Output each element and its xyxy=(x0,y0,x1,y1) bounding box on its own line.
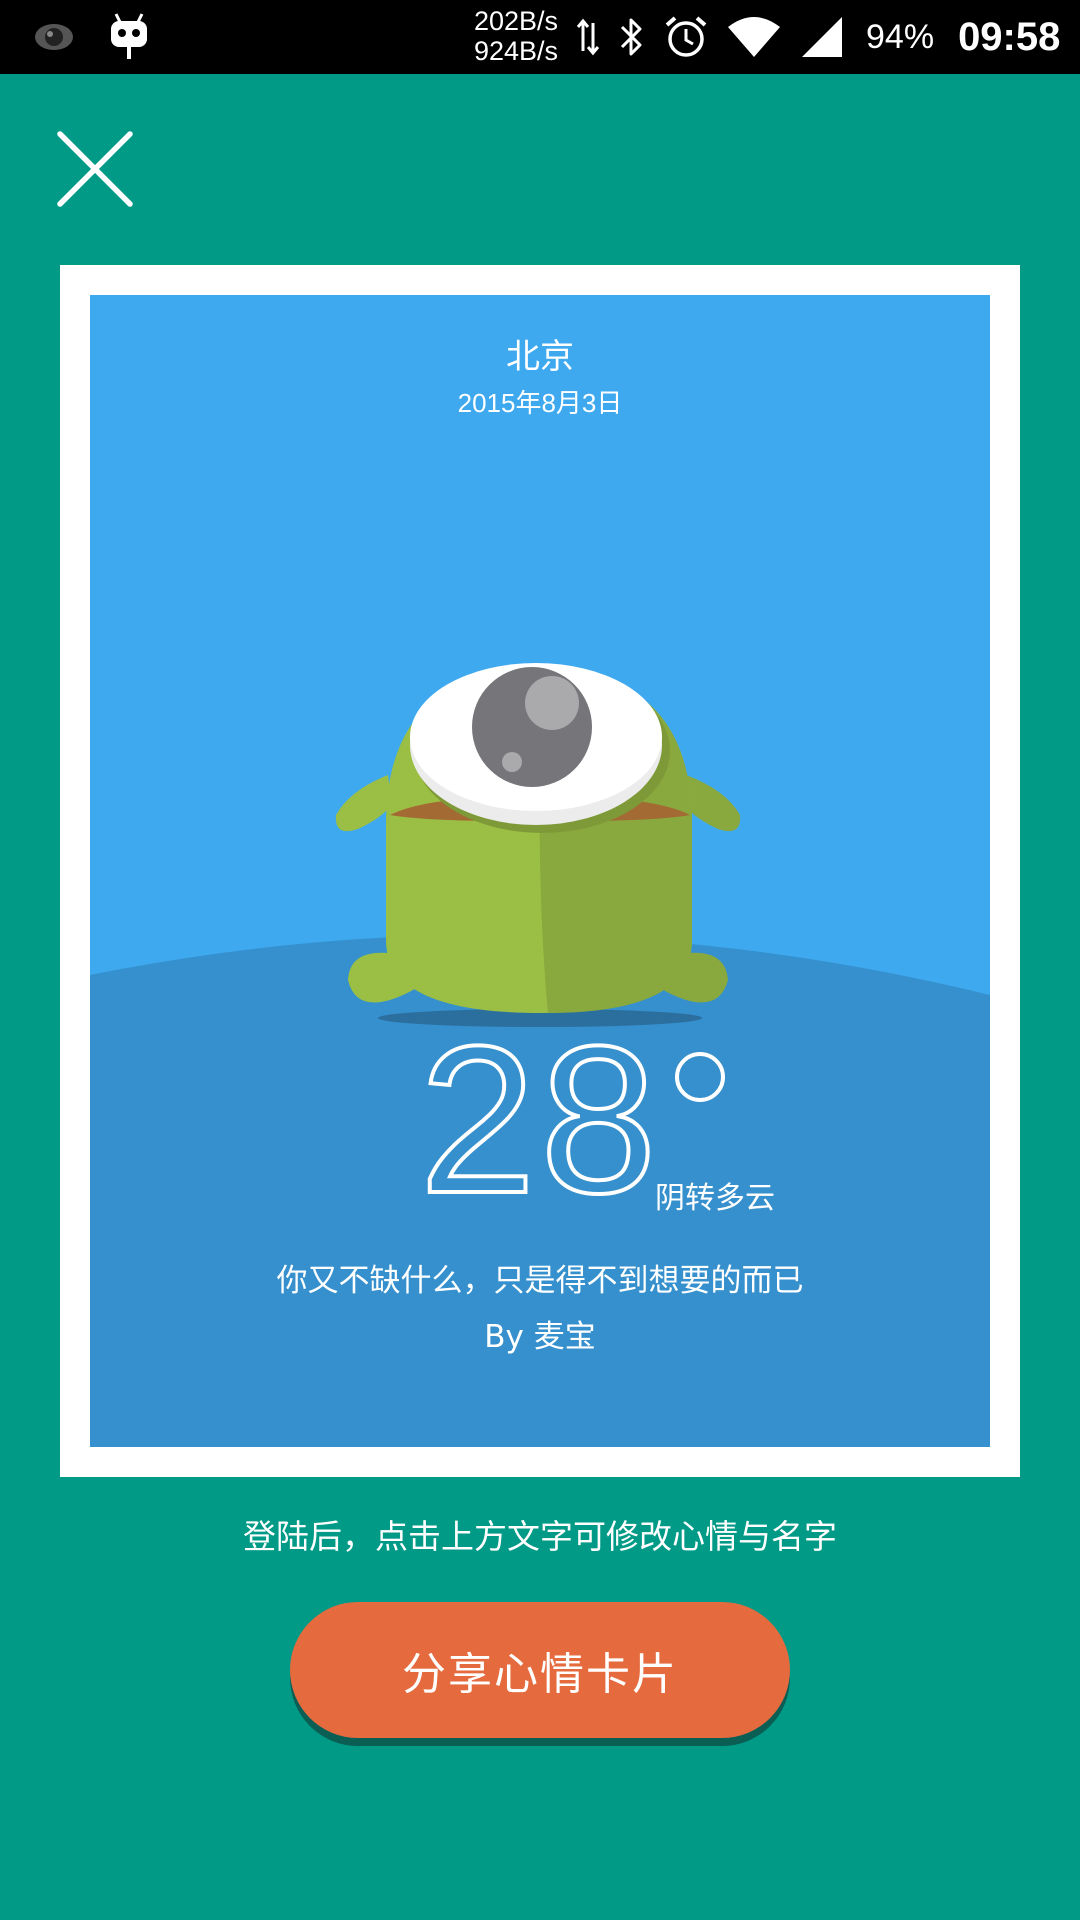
close-icon xyxy=(57,131,133,207)
battery-level: 94% xyxy=(866,17,935,56)
net-up-speed: 202B/s xyxy=(474,6,559,36)
net-down-speed: 924B/s xyxy=(474,36,559,66)
status-bar: 202B/s 924B/s 94% 09:58 xyxy=(0,0,1080,74)
degree-symbol xyxy=(675,1052,725,1102)
android-robot-icon xyxy=(111,13,147,59)
clock: 09:58 xyxy=(958,14,1061,59)
network-speed: 202B/s 924B/s xyxy=(474,6,558,66)
weather-description: 阴转多云 xyxy=(655,1181,775,1216)
city-name: 北京 xyxy=(506,337,574,377)
mood-card-content: 28 阴转多云 北京 2015年8月3日 你又不缺什么，只是得不到想要的而已 B… xyxy=(90,295,990,1447)
temperature-value: 28 xyxy=(417,1002,661,1237)
mood-author[interactable]: By 麦宝 xyxy=(90,1311,990,1356)
mood-text[interactable]: 你又不缺什么，只是得不到想要的而已 xyxy=(90,1255,990,1300)
eye-icon xyxy=(35,24,73,50)
status-bar-left xyxy=(34,12,150,62)
close-button[interactable] xyxy=(54,128,136,210)
wifi-icon xyxy=(728,17,780,57)
alarm-icon xyxy=(665,16,707,57)
status-bar-right: 94% 09:58 xyxy=(576,0,1060,74)
data-transfer-icon xyxy=(576,18,600,56)
share-mood-card-button[interactable]: 分享心情卡片 xyxy=(290,1602,790,1738)
bluetooth-icon xyxy=(620,18,642,56)
card-date: 2015年8月3日 xyxy=(457,388,623,418)
mood-card: 28 阴转多云 北京 2015年8月3日 你又不缺什么，只是得不到想要的而已 B… xyxy=(60,265,1020,1477)
cell-signal-icon xyxy=(802,17,842,57)
login-hint: 登陆后，点击上方文字可修改心情与名字 xyxy=(243,1517,837,1556)
monster-illustration xyxy=(335,663,741,1027)
